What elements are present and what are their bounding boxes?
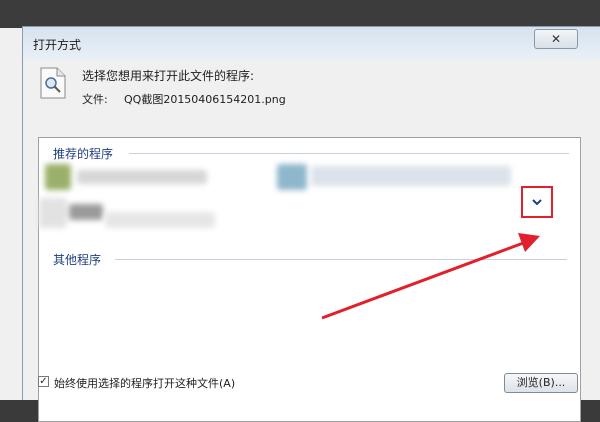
group-divider — [129, 153, 569, 154]
program-item[interactable] — [45, 162, 267, 192]
file-label: 文件: — [82, 93, 108, 106]
always-use-label[interactable]: 始终使用选择的程序打开这种文件(A) — [54, 375, 235, 391]
program-item[interactable] — [39, 198, 219, 238]
dialog-titlebar[interactable]: 打开方式 ✕ — [23, 27, 600, 59]
app-name-blurred — [77, 170, 207, 184]
group-header-recommended[interactable]: 推荐的程序 — [53, 145, 113, 162]
file-search-icon — [40, 67, 66, 99]
program-item[interactable] — [277, 162, 517, 192]
expand-other-programs-button[interactable] — [521, 186, 553, 218]
group-header-other[interactable]: 其他程序 — [53, 251, 101, 268]
file-name: QQ截图20150406154201.png — [124, 93, 286, 106]
background-window-strip — [0, 0, 600, 28]
app-icon — [39, 198, 67, 228]
dialog-title: 打开方式 — [33, 38, 82, 52]
app-name-blurred — [311, 166, 511, 186]
close-icon: ✕ — [550, 32, 562, 46]
app-name-blurred — [105, 212, 215, 228]
app-icon — [45, 164, 71, 190]
prompt-text: 选择您想用来打开此文件的程序: — [82, 69, 255, 83]
app-icon — [69, 204, 103, 220]
chevron-down-icon — [532, 199, 542, 205]
always-use-checkbox[interactable]: ✓ — [38, 376, 49, 387]
dialog-body: 选择您想用来打开此文件的程序: 文件: QQ截图20150406154201.p… — [38, 59, 600, 422]
browse-button[interactable]: 浏览(B)... — [504, 373, 578, 393]
group-divider — [115, 259, 567, 260]
check-icon: ✓ — [39, 376, 48, 387]
open-with-dialog: 打开方式 ✕ 选择您想用来打开此文件的程序: 文件: QQ截图201504061… — [22, 26, 600, 422]
app-icon — [277, 164, 307, 190]
close-button[interactable]: ✕ — [534, 29, 578, 49]
